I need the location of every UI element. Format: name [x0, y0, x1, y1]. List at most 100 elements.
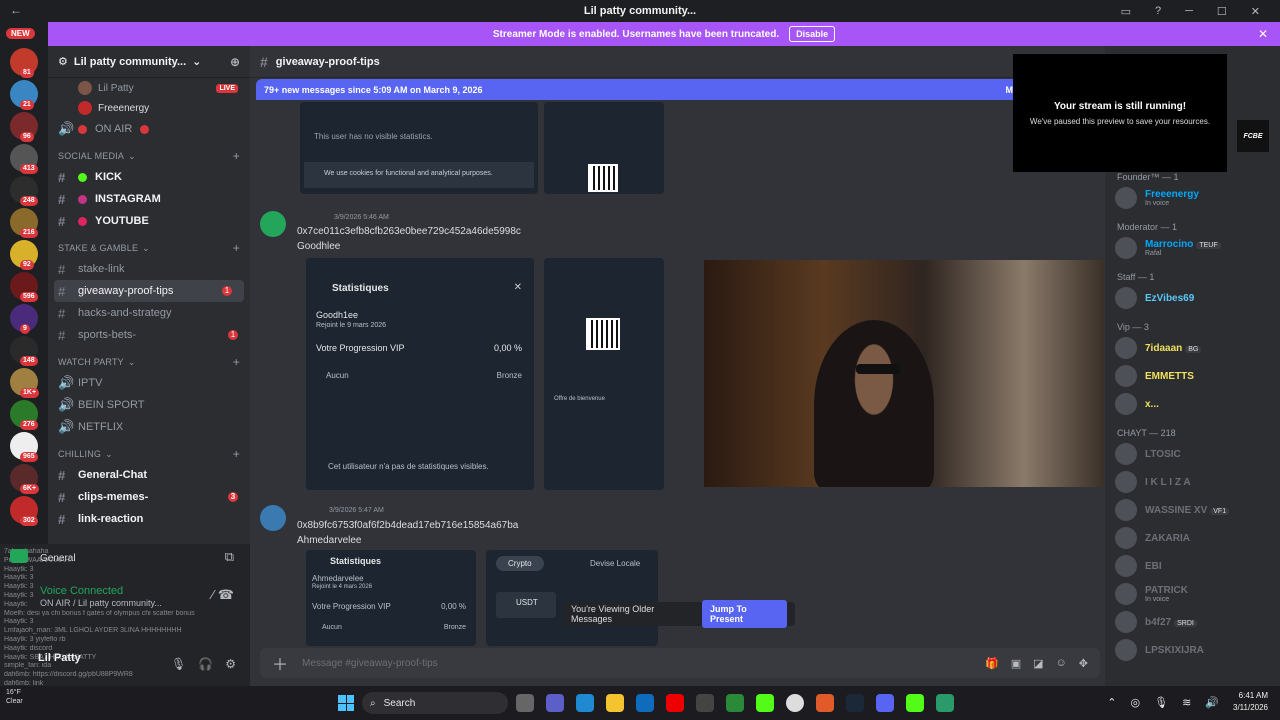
channel-item[interactable]: # clips-memes- 3 [48, 486, 250, 508]
member-item[interactable]: EBI [1115, 554, 1162, 578]
gear-icon[interactable]: ⚙ [225, 657, 236, 671]
add-channel-icon[interactable]: + [233, 241, 240, 255]
clock[interactable]: 6:41 AM 3/11/2026 [1233, 690, 1268, 714]
chrome-icon[interactable] [726, 694, 744, 712]
edge-icon[interactable] [576, 694, 594, 712]
channel-item[interactable]: # stake-link [48, 258, 250, 280]
windows-start-icon[interactable] [338, 695, 354, 711]
channel-item[interactable]: # giveaway-proof-tips 1 [54, 280, 244, 302]
headphones-icon[interactable]: 🎧 [198, 657, 213, 671]
member-item[interactable]: I K L I Z A [1115, 470, 1191, 494]
copilot-icon[interactable]: ◎ [1131, 696, 1141, 709]
app-icon[interactable] [816, 694, 834, 712]
voice-user[interactable]: Lil Patty LIVE [48, 78, 250, 98]
member-item[interactable]: b4f27 SRDI [1115, 610, 1197, 634]
member-item[interactable]: 7idaaan BG [1115, 336, 1202, 360]
message-composer[interactable]: ＋ Message #giveaway-proof-tips 🎁 ▣ ◪ ☺ ✥ [260, 648, 1100, 678]
app-icon[interactable] [906, 694, 924, 712]
category-header[interactable]: CHILLING ⌄ + [48, 444, 250, 464]
teams-icon[interactable] [546, 694, 564, 712]
minimize-button[interactable]: ─ [1185, 5, 1193, 17]
disconnect-icon[interactable]: ☎ [218, 587, 234, 603]
member-name: Freeenergy [1145, 189, 1199, 200]
guild-header[interactable]: ⚙ Lil patty community... ⌄ ⊕ [48, 46, 250, 78]
sticker-icon[interactable]: ◪ [1033, 657, 1043, 670]
jump-to-present-button[interactable]: Jump To Present [701, 600, 787, 628]
obs-icon[interactable] [786, 694, 804, 712]
gif-icon[interactable]: ▣ [1011, 657, 1021, 670]
taskbar-search[interactable]: ⌕ Search [362, 692, 508, 714]
wifi-icon[interactable]: ≋ [1182, 696, 1191, 709]
file-explorer-icon[interactable] [606, 694, 624, 712]
category-header[interactable]: WATCH PARTY ⌄ + [48, 352, 250, 372]
noise-icon[interactable]: ⁄ [212, 587, 214, 602]
image-attachment[interactable] [544, 102, 664, 194]
image-attachment[interactable]: Crypto Devise Locale USDT [486, 550, 658, 646]
maximize-button[interactable]: ☐ [1217, 5, 1227, 18]
steam-icon[interactable] [846, 694, 864, 712]
channel-item[interactable]: 🔊 NETFLIX [48, 416, 250, 438]
kick-icon[interactable] [756, 694, 774, 712]
chevron-up-icon[interactable]: ⌃ [1107, 696, 1116, 709]
mic-icon[interactable]: 🎙 [1154, 696, 1168, 709]
new-messages-bar[interactable]: 79+ new messages since 5:09 AM on March … [256, 79, 1026, 100]
voice-user[interactable]: Freeenergy [48, 98, 250, 118]
weather-widget[interactable]: 16°F Clear [6, 688, 23, 706]
channel-item[interactable]: 🔊 IPTV [48, 372, 250, 394]
channel-item[interactable]: # hacks-and-strategy [48, 302, 250, 324]
member-item[interactable]: WASSINE XV VF1 [1115, 498, 1230, 522]
channel-item[interactable]: # link-reaction [48, 508, 250, 530]
gift-icon[interactable]: 🎁 [985, 657, 999, 670]
message-input[interactable]: Message #giveaway-proof-tips [302, 658, 438, 669]
channel-item[interactable]: # General-Chat [48, 464, 250, 486]
member-item[interactable]: LPSKIXIJRA [1115, 638, 1204, 662]
image-attachment[interactable]: This user has no visible statistics. We … [300, 102, 538, 194]
channel-item[interactable]: # sports-bets- 1 [48, 324, 250, 346]
member-item[interactable]: Marrocino TEUF Rafal [1115, 236, 1221, 260]
plus-icon[interactable]: ＋ [272, 651, 288, 675]
inbox-icon[interactable]: ▭ [1121, 5, 1131, 18]
mic-icon[interactable]: 🎙 [171, 657, 186, 671]
app-icon[interactable] [696, 694, 714, 712]
discord-icon[interactable] [876, 694, 894, 712]
task-view-icon[interactable] [516, 694, 534, 712]
member-item[interactable]: ZAKARIA [1115, 526, 1190, 550]
volume-icon[interactable]: 🔊 [1205, 696, 1219, 709]
avatar[interactable] [260, 505, 286, 531]
add-channel-icon[interactable]: + [233, 355, 240, 369]
member-item[interactable]: EzVibes69 [1115, 286, 1194, 310]
image-attachment[interactable]: Statistiques Ahmedarvelee Rejoint le 4 m… [306, 550, 476, 646]
app-icon[interactable] [936, 694, 954, 712]
member-item[interactable]: x... [1115, 392, 1159, 416]
youtube-icon[interactable] [666, 694, 684, 712]
image-attachment[interactable]: Offre de bienvenue [544, 258, 664, 490]
add-member-icon[interactable]: ⊕ [230, 55, 240, 69]
voice-location[interactable]: ON AIR / Lil patty community... [40, 598, 162, 608]
channel-item[interactable]: # INSTAGRAM [48, 188, 250, 210]
apps-icon[interactable]: ✥ [1079, 657, 1088, 670]
popout-icon[interactable]: ⧉ [225, 549, 234, 565]
member-item[interactable]: EMMETTS [1115, 364, 1194, 388]
channel-on-air[interactable]: 🔊 ON AIR [48, 118, 250, 140]
channel-item[interactable]: 🔊 BEIN SPORT [48, 394, 250, 416]
category-header[interactable]: STAKE & GAMBLE ⌄ + [48, 238, 250, 258]
member-item[interactable]: Freeenergy In voice [1115, 186, 1199, 210]
screen-share-icon[interactable] [10, 549, 28, 563]
add-channel-icon[interactable]: + [233, 149, 240, 163]
overlay-chat-line: dafi6mb: link [4, 679, 44, 686]
image-attachment[interactable]: Statistiques ✕ Goodh1ee Rejoint le 9 mar… [306, 258, 534, 490]
user-name[interactable]: Lil Patty [38, 652, 81, 664]
help-icon[interactable]: ? [1155, 5, 1161, 17]
disable-streamer-button[interactable]: Disable [789, 26, 836, 42]
channel-item[interactable]: # KICK [48, 166, 250, 188]
add-channel-icon[interactable]: + [233, 447, 240, 461]
outlook-icon[interactable] [636, 694, 654, 712]
member-item[interactable]: LTOSIC [1115, 442, 1181, 466]
avatar[interactable] [260, 211, 286, 237]
category-header[interactable]: SOCIAL MEDIA ⌄ + [48, 146, 250, 166]
emoji-icon[interactable]: ☺ [1056, 657, 1067, 670]
close-window-button[interactable]: ✕ [1251, 5, 1260, 18]
member-item[interactable]: PATRICK In voice [1115, 582, 1188, 606]
channel-item[interactable]: # YOUTUBE [48, 210, 250, 232]
close-banner-icon[interactable]: ✕ [1258, 27, 1268, 41]
